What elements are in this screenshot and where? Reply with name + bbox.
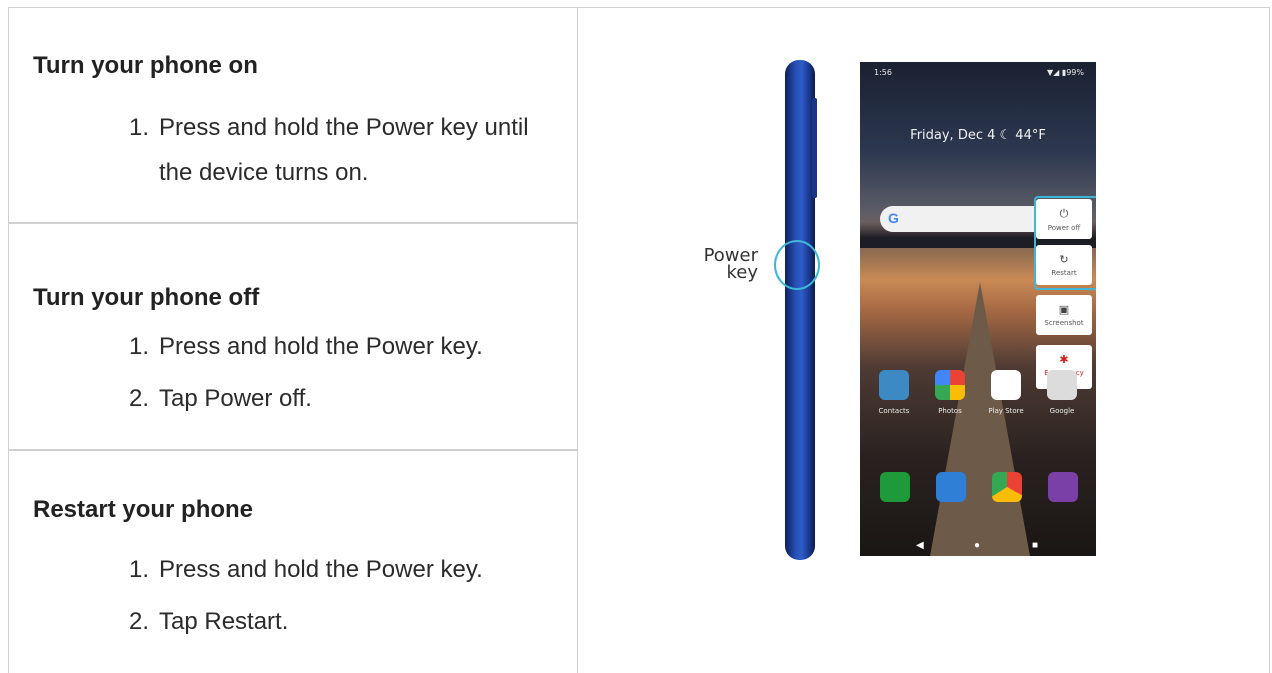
status-icons: ▼◢ ▮99% <box>1046 68 1084 77</box>
screenshot-button[interactable]: ▣ Screenshot <box>1036 295 1092 335</box>
power-menu-highlight <box>1034 196 1096 290</box>
app-label: Play Store <box>988 407 1024 415</box>
chrome-icon[interactable] <box>992 472 1022 502</box>
screenshot-icon: ▣ <box>1058 303 1070 316</box>
instruction-table: Turn your phone on 1. Press and hold the … <box>8 7 1270 673</box>
app-play-store[interactable]: Play Store <box>978 370 1034 415</box>
play-store-icon <box>991 370 1021 400</box>
step-item: 2. Tap Power off. <box>129 376 569 421</box>
app-google[interactable]: Google <box>1034 370 1090 415</box>
camera-icon[interactable] <box>1048 472 1078 502</box>
power-key-label-line2: key <box>726 262 758 283</box>
step-number: 1. <box>129 333 150 360</box>
google-folder-icon <box>1047 370 1077 400</box>
step-item: 2. Tap Restart. <box>129 599 569 644</box>
recents-icon[interactable]: ■ <box>1032 540 1038 551</box>
power-key-label: Power key <box>698 247 758 283</box>
step-number: 2. <box>129 608 150 635</box>
step-text: Press and hold the Power key. <box>159 556 483 583</box>
step-item: 1. Press and hold the Power key until the… <box>129 105 569 195</box>
step-text: Tap Restart. <box>159 608 289 635</box>
step-item: 1. Press and hold the Power key. <box>129 547 569 592</box>
volume-key <box>812 98 817 198</box>
section-title: Turn your phone off <box>33 284 260 311</box>
app-label: Photos <box>938 407 962 415</box>
home-icon[interactable]: ● <box>974 540 980 551</box>
power-key-highlight <box>774 240 820 290</box>
wallpaper-pier <box>930 282 1030 556</box>
step-number: 1. <box>129 556 150 583</box>
app-contacts[interactable]: Contacts <box>866 370 922 415</box>
app-label: Google <box>1049 407 1075 415</box>
section-turn-on: Turn your phone on 1. Press and hold the … <box>9 8 577 224</box>
section-turn-off: Turn your phone off 1. Press and hold the… <box>9 224 577 451</box>
status-time: 1:56 <box>874 68 892 77</box>
back-icon[interactable]: ◀ <box>916 540 924 551</box>
phone-illustration: Power key 1:56 ▼◢ ▮99% Friday, Dec 4 ☾ 4… <box>578 8 1270 673</box>
step-item: 1. Press and hold the Power key. <box>129 324 569 369</box>
google-search-bar: G <box>880 206 1050 232</box>
step-number: 2. <box>129 385 150 412</box>
step-text: Press and hold the Power key until the d… <box>159 114 529 186</box>
step-text: Tap Power off. <box>159 385 312 412</box>
instructions-column: Turn your phone on 1. Press and hold the … <box>9 8 578 673</box>
section-title: Turn your phone on <box>33 52 258 79</box>
illustration-column: Power key 1:56 ▼◢ ▮99% Friday, Dec 4 ☾ 4… <box>578 8 1270 673</box>
step-number: 1. <box>129 114 150 141</box>
nav-bar: ◀ ● ■ <box>860 536 1096 556</box>
section-title: Restart your phone <box>33 496 254 523</box>
step-text: Press and hold the Power key. <box>159 333 483 360</box>
app-label: Contacts <box>878 407 910 415</box>
screenshot-label: Screenshot <box>1044 319 1084 327</box>
messages-icon[interactable] <box>936 472 966 502</box>
date-weather: Friday, Dec 4 ☾ 44°F <box>910 128 1046 143</box>
section-restart: Restart your phone 1. Press and hold the … <box>9 451 577 673</box>
app-photos[interactable]: Photos <box>922 370 978 415</box>
phone-screen: 1:56 ▼◢ ▮99% Friday, Dec 4 ☾ 44°F G ⏻ Po… <box>860 62 1096 556</box>
emergency-icon: ✱ <box>1059 353 1069 366</box>
photos-icon <box>935 370 965 400</box>
phone-icon[interactable] <box>880 472 910 502</box>
contacts-icon <box>879 370 909 400</box>
google-icon: G <box>888 210 899 226</box>
phone-side-view <box>785 60 815 560</box>
